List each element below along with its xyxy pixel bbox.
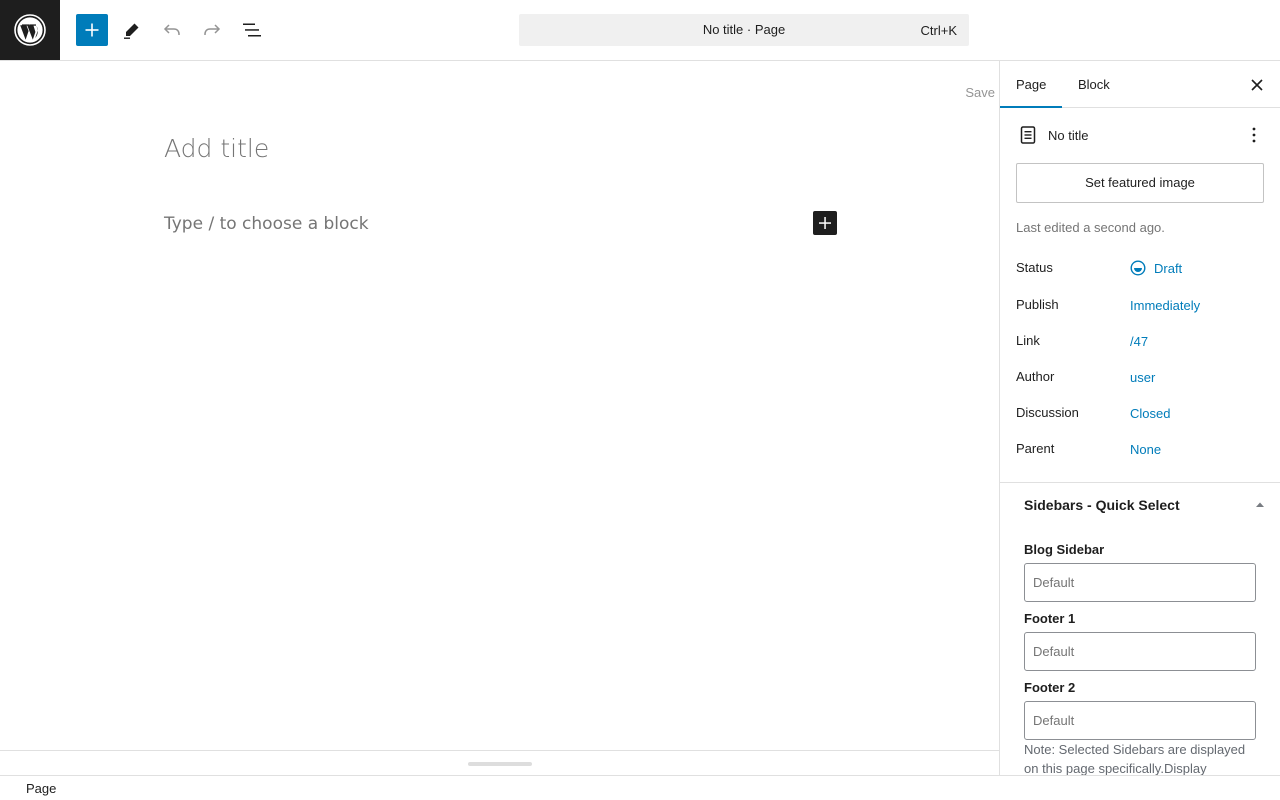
page-icon xyxy=(1020,126,1036,144)
resize-handle[interactable] xyxy=(468,762,532,766)
close-settings-button[interactable] xyxy=(1245,73,1269,97)
close-icon xyxy=(1251,79,1263,91)
meta-label: Link xyxy=(1016,333,1040,348)
document-overview-button[interactable] xyxy=(236,14,268,46)
breadcrumb[interactable]: Page xyxy=(26,781,56,796)
blog-sidebar-select[interactable]: Default xyxy=(1024,563,1256,602)
plus-icon xyxy=(819,217,831,229)
meta-label: Status xyxy=(1016,260,1053,275)
editor-canvas: Save Add title Type / to choose a block xyxy=(0,61,999,750)
post-actions-button[interactable] xyxy=(1242,123,1266,147)
footer-2-select[interactable]: Default xyxy=(1024,701,1256,740)
publish-date-button[interactable]: Immediately xyxy=(1130,298,1200,313)
meta-row-link: Link /47 xyxy=(1016,333,1266,353)
wordpress-logo-icon xyxy=(14,14,46,46)
set-featured-image-button[interactable]: Set featured image xyxy=(1016,163,1264,203)
meta-row-parent: Parent None xyxy=(1016,441,1266,461)
document-title: No title · Page xyxy=(702,22,786,37)
tools-button[interactable] xyxy=(116,14,148,46)
meta-row-discussion: Discussion Closed xyxy=(1016,405,1266,425)
meta-row-author: Author user xyxy=(1016,369,1266,389)
meta-label: Author xyxy=(1016,369,1055,384)
editor-footer: Page xyxy=(0,775,1280,800)
meta-label: Publish xyxy=(1016,297,1059,312)
panel-divider xyxy=(1000,482,1280,483)
undo-icon xyxy=(163,24,180,35)
default-block-appender[interactable]: Type / to choose a block xyxy=(164,214,369,234)
canvas-resize-area xyxy=(0,750,999,775)
permalink-button[interactable]: /47 xyxy=(1130,334,1148,349)
caret-up-icon[interactable] xyxy=(1254,499,1266,511)
sidebar-tabs: Page Block xyxy=(1000,61,1280,108)
more-vertical-icon xyxy=(1252,127,1256,143)
draft-status-icon xyxy=(1130,260,1146,276)
last-edited-text: Last edited a second ago. xyxy=(1016,220,1165,235)
post-card: No title xyxy=(1016,123,1266,147)
pencil-icon xyxy=(124,23,139,39)
discussion-button[interactable]: Closed xyxy=(1130,406,1170,421)
meta-row-publish: Publish Immediately xyxy=(1016,297,1266,317)
footer-1-select[interactable]: Default xyxy=(1024,632,1256,671)
tab-block[interactable]: Block xyxy=(1062,61,1126,108)
status-button[interactable]: Draft xyxy=(1154,261,1182,276)
meta-label: Parent xyxy=(1016,441,1055,456)
redo-button[interactable] xyxy=(196,14,228,46)
footer-1-label: Footer 1 xyxy=(1024,611,1076,626)
editor-header: No title · Page Ctrl+K xyxy=(0,0,1280,61)
command-shortcut: Ctrl+K xyxy=(920,23,957,38)
command-palette-bar[interactable]: No title · Page Ctrl+K xyxy=(519,14,969,46)
author-button[interactable]: user xyxy=(1130,370,1155,385)
redo-icon xyxy=(204,24,221,35)
post-card-title: No title xyxy=(1048,128,1089,143)
inline-block-inserter-button[interactable] xyxy=(813,211,837,235)
meta-row-status: Status Draft xyxy=(1016,260,1266,280)
tab-page[interactable]: Page xyxy=(1000,61,1063,108)
save-draft-button[interactable]: Save xyxy=(965,85,995,100)
undo-button[interactable] xyxy=(156,14,188,46)
settings-sidebar: Page Block No title Set featured image L… xyxy=(999,61,1280,775)
post-title-input[interactable]: Add title xyxy=(164,134,269,163)
footer-2-label: Footer 2 xyxy=(1024,680,1076,695)
block-inserter-button[interactable] xyxy=(76,14,108,46)
sidebars-quick-select-toggle[interactable]: Sidebars - Quick Select xyxy=(1024,497,1180,513)
wordpress-logo-button[interactable] xyxy=(0,0,60,60)
parent-page-button[interactable]: None xyxy=(1130,442,1161,457)
sidebars-note: Note: Selected Sidebars are displayed on… xyxy=(1024,742,1246,775)
list-view-icon xyxy=(243,23,261,37)
plus-icon xyxy=(85,23,99,37)
meta-label: Discussion xyxy=(1016,405,1079,420)
blog-sidebar-label: Blog Sidebar xyxy=(1024,542,1105,557)
